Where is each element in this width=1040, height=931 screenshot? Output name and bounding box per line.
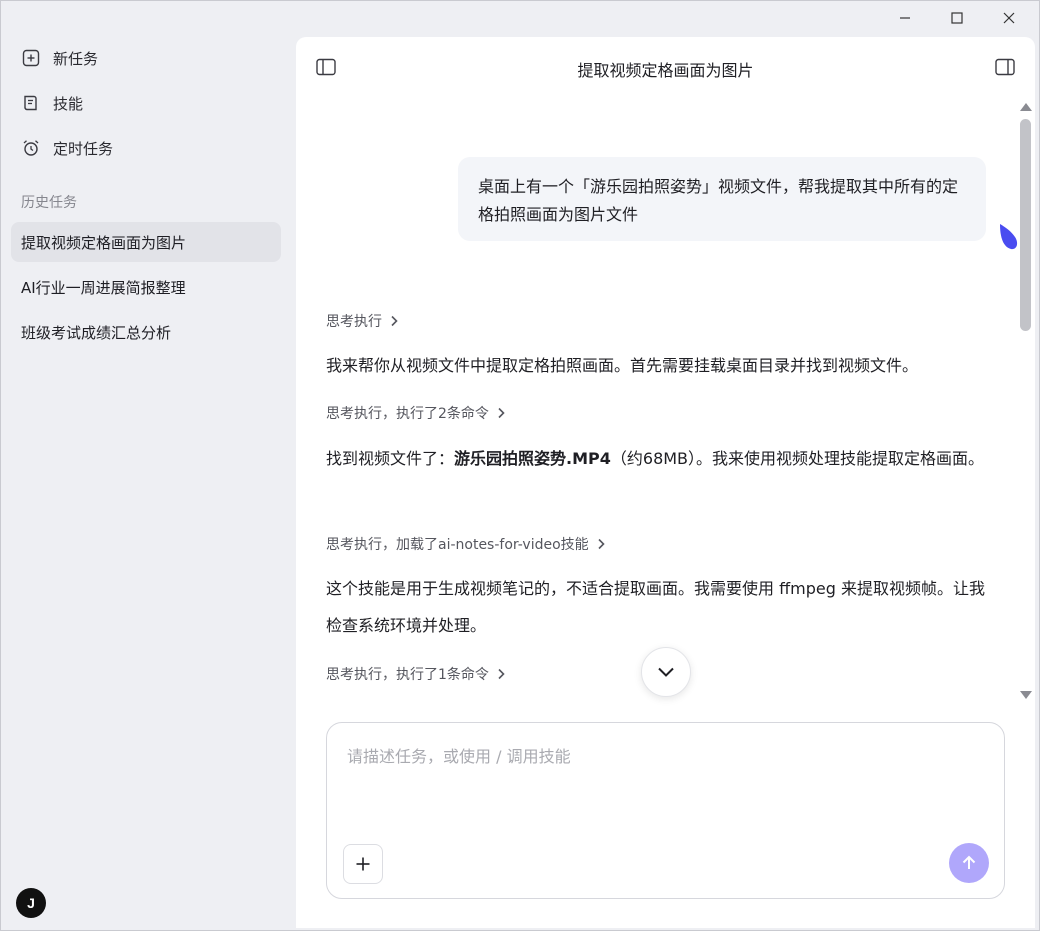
scroll-down-arrow-icon[interactable] — [1020, 691, 1032, 699]
sidebar-item-label: 新任务 — [53, 49, 99, 68]
app-window: 新任务 技能 定时任务 历史任务 提取视频定格画面为图片 AI行业一周进展简报整… — [0, 0, 1040, 931]
chevron-down-icon — [658, 667, 674, 677]
thinking-toggle[interactable]: 思考执行，执行了2条命令 — [326, 403, 505, 423]
scrollbar[interactable] — [1017, 101, 1032, 701]
cursor-pointer-icon — [1000, 224, 1018, 250]
thinking-label: 思考执行，加载了ai-notes-for-video技能 — [326, 537, 589, 553]
chevron-right-icon — [498, 668, 505, 680]
thinking-label: 思考执行，执行了2条命令 — [326, 406, 489, 422]
sidebar-right-icon — [995, 58, 1015, 76]
alarm-clock-icon — [21, 138, 41, 158]
chevron-right-icon — [391, 315, 398, 327]
history-item[interactable]: AI行业一周进展简报整理 — [11, 267, 281, 307]
composer — [326, 722, 1005, 899]
history-item[interactable]: 提取视频定格画面为图片 — [11, 222, 281, 262]
skills-icon — [21, 93, 41, 113]
history-section-label: 历史任务 — [21, 195, 77, 211]
thinking-label: 思考执行，执行了1条命令 — [326, 667, 489, 683]
avatar[interactable]: J — [16, 888, 46, 918]
sidebar: 新任务 技能 定时任务 历史任务 提取视频定格画面为图片 AI行业一周进展简报整… — [1, 37, 295, 930]
plus-icon — [356, 857, 370, 871]
sidebar-item-skills[interactable]: 技能 — [21, 91, 83, 115]
sidebar-item-label: 技能 — [53, 94, 84, 113]
page-title: 提取视频定格画面为图片 — [577, 61, 754, 80]
history-item[interactable]: 班级考试成绩汇总分析 — [11, 312, 281, 352]
assistant-message: 我来帮你从视频文件中提取定格拍照画面。首先需要挂载桌面目录并找到视频文件。 — [326, 356, 919, 375]
close-button[interactable] — [983, 1, 1035, 35]
scrollbar-thumb[interactable] — [1020, 119, 1031, 331]
minimize-icon — [900, 17, 910, 19]
thinking-label: 思考执行 — [326, 314, 382, 330]
task-input[interactable] — [347, 743, 977, 823]
scroll-to-bottom-button[interactable] — [641, 647, 691, 697]
add-attachment-button[interactable] — [343, 844, 383, 884]
thinking-toggle[interactable]: 思考执行，加载了ai-notes-for-video技能 — [326, 534, 605, 554]
thinking-toggle[interactable]: 思考执行，执行了1条命令 — [326, 664, 505, 684]
toggle-right-panel-button[interactable] — [995, 58, 1015, 80]
arrow-up-icon — [962, 855, 976, 869]
send-button[interactable] — [949, 843, 989, 883]
sidebar-item-new-task[interactable]: 新任务 — [21, 46, 98, 70]
minimize-button[interactable] — [879, 1, 931, 35]
user-message-bubble: 桌面上有一个「游乐园拍照姿势」视频文件，帮我提取其中所有的定格拍照画面为图片文件 — [458, 157, 986, 241]
assistant-message: 这个技能是用于生成视频笔记的，不适合提取画面。我需要使用 ffmpeg 来提取视… — [326, 579, 985, 635]
chevron-right-icon — [598, 538, 605, 550]
scroll-up-arrow-icon[interactable] — [1020, 103, 1032, 111]
message-text: （约68MB）。我来使用视频处理技能提取定格画面。 — [610, 449, 985, 468]
message-text: 找到视频文件了： — [326, 449, 455, 468]
window-controls — [879, 1, 1035, 35]
maximize-button[interactable] — [931, 1, 983, 35]
close-icon — [1003, 12, 1015, 24]
filename-bold: 游乐园拍照姿势.MP4 — [454, 449, 611, 468]
thinking-toggle[interactable]: 思考执行 — [326, 311, 398, 331]
main-panel: 提取视频定格画面为图片 桌面上有一个「游乐园拍照姿势」视频文件，帮我提取其中所有… — [296, 37, 1035, 928]
chevron-right-icon — [498, 407, 505, 419]
new-task-icon — [21, 48, 41, 68]
sidebar-item-label: 定时任务 — [53, 139, 114, 158]
assistant-message: 找到视频文件了：游乐园拍照姿势.MP4（约68MB）。我来使用视频处理技能提取定… — [326, 440, 996, 477]
sidebar-item-scheduled-tasks[interactable]: 定时任务 — [21, 136, 113, 160]
maximize-icon — [951, 12, 963, 24]
